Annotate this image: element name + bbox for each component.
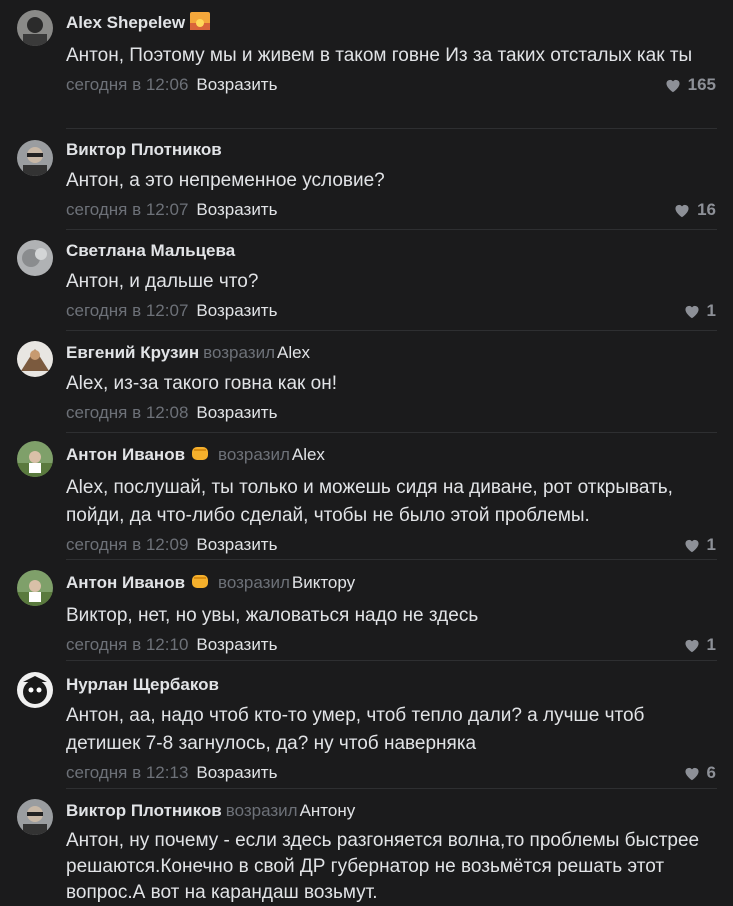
like-count: 16 <box>697 200 716 219</box>
comment-text: Антон, ну почему - если здесь разгоняетс… <box>66 830 700 903</box>
like-count: 1 <box>706 301 716 320</box>
divider <box>66 788 717 789</box>
avatar[interactable] <box>17 672 53 708</box>
author-name[interactable]: Виктор Плотников <box>66 801 222 820</box>
timestamp[interactable]: сегодня в 12:06 <box>66 75 188 94</box>
author-name[interactable]: Антон Иванов <box>66 445 185 464</box>
author-name[interactable]: Нурлан Щербаков <box>66 675 219 694</box>
reply-to-link[interactable]: Виктору <box>292 573 355 592</box>
avatar[interactable] <box>17 441 53 477</box>
author-name[interactable]: Антон Иванов <box>66 573 185 592</box>
divider <box>66 128 717 129</box>
user-photo-icon <box>17 240 53 276</box>
reply-button[interactable]: Возразить <box>196 301 277 320</box>
reply-to-link[interactable]: Alex <box>277 343 310 362</box>
reply-button[interactable]: Возразить <box>196 635 277 654</box>
replied-label: возразил <box>218 445 290 464</box>
like-button[interactable]: 165 <box>664 74 716 96</box>
like-count: 6 <box>706 763 716 782</box>
like-button[interactable]: 16 <box>673 199 716 221</box>
comment-text: Alex, из-за такого говна как он! <box>66 373 337 394</box>
avatar[interactable] <box>17 10 53 46</box>
user-photo-icon <box>17 341 53 377</box>
like-count: 1 <box>706 535 716 554</box>
avatar[interactable] <box>17 570 53 606</box>
divider <box>66 229 717 230</box>
reply-to-link[interactable]: Антону <box>300 801 356 820</box>
divider <box>66 432 717 433</box>
replied-label: возразил <box>225 801 298 820</box>
avatar[interactable] <box>17 341 53 377</box>
author-name[interactable]: Светлана Мальцева <box>66 241 235 260</box>
like-button[interactable]: 1 <box>683 534 716 556</box>
user-photo-icon <box>17 799 53 835</box>
divider <box>66 330 717 331</box>
avatar[interactable] <box>17 240 53 276</box>
author-name[interactable]: Евгений Крузин <box>66 343 199 362</box>
user-photo-icon <box>17 570 53 606</box>
user-photo-icon <box>17 140 53 176</box>
heart-icon <box>666 79 680 93</box>
user-photo-icon <box>17 441 53 477</box>
heart-icon <box>684 639 699 653</box>
timestamp[interactable]: сегодня в 12:10 <box>66 635 188 654</box>
fist-emoji-icon <box>190 444 210 468</box>
replied-label: возразил <box>218 573 290 592</box>
timestamp[interactable]: сегодня в 12:08 <box>66 403 188 422</box>
reply-button[interactable]: Возразить <box>196 75 277 94</box>
fist-emoji-icon <box>190 572 210 596</box>
avatar[interactable] <box>17 140 53 176</box>
timestamp[interactable]: сегодня в 12:09 <box>66 535 188 554</box>
comment-text: Виктор, нет, но увы, жаловаться надо не … <box>66 605 479 626</box>
author-name[interactable]: Виктор Плотников <box>66 140 222 159</box>
author-name[interactable]: Alex Shepelew <box>66 13 185 32</box>
timestamp[interactable]: сегодня в 12:07 <box>66 200 188 219</box>
divider <box>66 559 717 560</box>
comment-text: Антон, аа, надо чтоб кто-то умер, чтоб т… <box>66 705 645 754</box>
timestamp[interactable]: сегодня в 12:13 <box>66 763 188 782</box>
divider <box>66 660 717 661</box>
comment-text: Антон, а это непременное условие? <box>66 170 385 191</box>
comment-text: Alex, послушай, ты только и можешь сидя … <box>66 477 673 526</box>
user-photo-icon <box>17 672 53 708</box>
like-button[interactable]: 1 <box>683 300 716 322</box>
replied-label: возразил <box>203 343 275 362</box>
like-button[interactable]: 1 <box>683 634 716 656</box>
reply-button[interactable]: Возразить <box>196 200 277 219</box>
reply-button[interactable]: Возразить <box>196 535 277 554</box>
like-button[interactable]: 6 <box>683 762 716 784</box>
user-photo-icon <box>17 10 53 46</box>
heart-icon <box>684 305 699 319</box>
heart-icon <box>684 767 699 781</box>
like-count: 165 <box>687 75 716 94</box>
reply-button[interactable]: Возразить <box>196 403 277 422</box>
comment-text: Антон, и дальше что? <box>66 271 259 292</box>
reply-to-link[interactable]: Alex <box>292 445 325 464</box>
reply-button[interactable]: Возразить <box>196 763 277 782</box>
like-count: 1 <box>706 635 716 654</box>
comment-text: Антон, Поэтому мы и живем в таком говне … <box>66 45 693 66</box>
sunset-emoji-icon <box>190 12 211 36</box>
avatar[interactable] <box>17 799 53 835</box>
timestamp[interactable]: сегодня в 12:07 <box>66 301 188 320</box>
heart-icon <box>675 204 689 218</box>
heart-icon <box>684 539 699 553</box>
